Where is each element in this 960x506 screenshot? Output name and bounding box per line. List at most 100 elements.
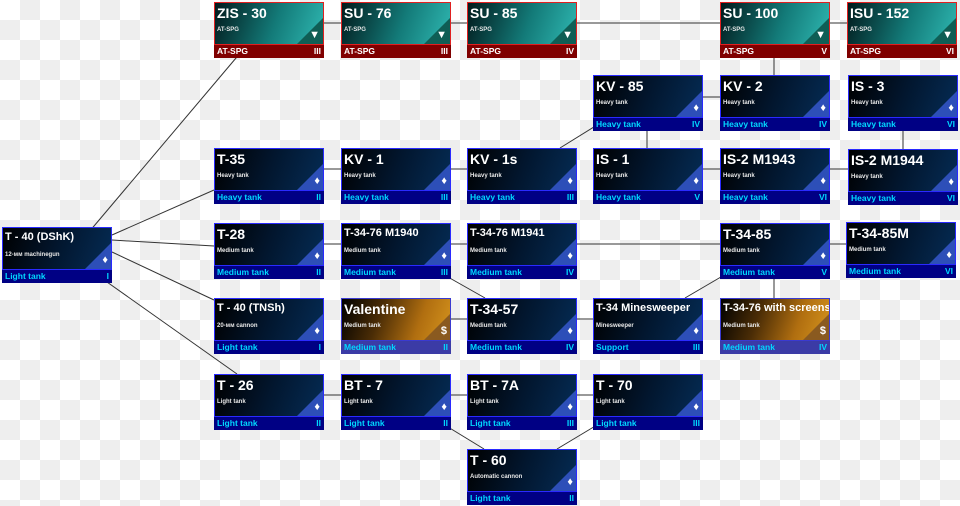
vehicle-tier: II (316, 267, 321, 277)
vehicle-name: KV - 2 (723, 78, 763, 94)
connector-line (111, 239, 215, 247)
vehicle-card[interactable]: T - 26 Light tank ♦ Light tank II (214, 374, 324, 431)
card-footer: Medium tank VI (846, 265, 956, 278)
vehicle-card[interactable]: BT - 7 Light tank ♦ Light tank II (341, 374, 451, 431)
at-spg-icon: ▼ (815, 29, 826, 41)
vehicle-name: Valentine (344, 301, 406, 317)
vehicle-tier: III (440, 46, 448, 56)
vehicle-name: IS - 3 (851, 78, 885, 94)
vehicle-card[interactable]: T-28 Medium tank ♦ Medium tank II (214, 223, 324, 280)
vehicle-card[interactable]: SU - 85 AT-SPG ▼ AT-SPG IV (467, 2, 577, 59)
vehicle-card[interactable]: IS - 3 Heavy tank ♦ Heavy tank VI (848, 75, 958, 132)
vehicle-name: T - 40 (DShK) (5, 231, 75, 243)
card-footer: Light tank I (214, 341, 324, 354)
vehicle-tier: III (440, 192, 448, 202)
vehicle-subtitle: AT-SPG (470, 27, 492, 33)
card-footer: Heavy tank VI (848, 118, 958, 131)
vehicle-card[interactable]: T-34-57 Medium tank ♦ Medium tank IV (467, 298, 577, 355)
vehicle-card[interactable]: SU - 76 AT-SPG ▼ AT-SPG III (341, 2, 451, 59)
vehicle-subtitle: Medium tank (723, 323, 760, 329)
vehicle-card[interactable]: SU - 100 AT-SPG ▼ AT-SPG V (720, 2, 830, 59)
vehicle-card[interactable]: ZIS - 30 AT-SPG ▼ AT-SPG III (214, 2, 324, 59)
vehicle-card[interactable]: T-34-85M Medium tank ♦ Medium tank VI (846, 222, 956, 279)
vehicle-name: T - 60 (470, 452, 507, 468)
vehicle-type: Light tank (344, 418, 385, 428)
card-body: IS - 3 Heavy tank ♦ (848, 75, 958, 118)
vehicle-name: T - 26 (217, 377, 254, 393)
card-footer: Heavy tank IV (593, 118, 703, 131)
vehicle-card[interactable]: IS-2 M1943 Heavy tank ♦ Heavy tank VI (720, 148, 830, 205)
vehicle-name: T - 70 (596, 377, 633, 393)
card-body: T - 26 Light tank ♦ (214, 374, 324, 417)
vehicle-card[interactable]: IS - 1 Heavy tank ♦ Heavy tank V (593, 148, 703, 205)
card-footer: Light tank III (467, 417, 577, 430)
at-spg-icon: ▼ (942, 29, 953, 41)
vehicle-card[interactable]: T-34 Minesweeper Minesweeper ♦ Support I… (593, 298, 703, 355)
vehicle-subtitle: Medium tank (723, 248, 760, 254)
diamond-icon: ♦ (948, 176, 954, 188)
vehicle-subtitle: 12-мм machinegun (5, 252, 60, 258)
vehicle-name: ISU - 152 (850, 5, 910, 21)
card-footer: Medium tank IV (467, 341, 577, 354)
card-body: IS-2 M1943 Heavy tank ♦ (720, 148, 830, 191)
vehicle-tier: III (566, 418, 574, 428)
vehicle-type: Light tank (217, 342, 258, 352)
card-body: T-34-76 M1940 Medium tank ♦ (341, 223, 451, 266)
vehicle-name: T-28 (217, 226, 246, 242)
diamond-icon: ♦ (314, 401, 320, 413)
vehicle-tier: IV (818, 342, 827, 352)
diamond-icon: ♦ (820, 250, 826, 262)
card-footer: Medium tank V (720, 266, 830, 279)
vehicle-card[interactable]: T - 40 (TNSh) 20-мм cannon ♦ Light tank … (214, 298, 324, 355)
vehicle-subtitle: Heavy tank (470, 173, 502, 179)
vehicle-tier: IV (565, 267, 574, 277)
vehicle-card[interactable]: KV - 1 Heavy tank ♦ Heavy tank III (341, 148, 451, 205)
diamond-icon: ♦ (820, 175, 826, 187)
vehicle-card[interactable]: T - 40 (DShK) 12-мм machinegun ♦ Light t… (2, 227, 112, 284)
vehicle-card[interactable]: KV - 85 Heavy tank ♦ Heavy tank IV (593, 75, 703, 132)
vehicle-subtitle: AT-SPG (723, 27, 745, 33)
card-footer: AT-SPG III (341, 45, 451, 58)
diamond-icon: ♦ (567, 476, 573, 488)
vehicle-card[interactable]: IS-2 M1944 Heavy tank ♦ Heavy tank VI (848, 149, 958, 206)
vehicle-type: Heavy tank (723, 119, 768, 129)
vehicle-tier: I (318, 342, 321, 352)
vehicle-subtitle: Medium tank (344, 248, 381, 254)
vehicle-tier: III (566, 192, 574, 202)
vehicle-name: ZIS - 30 (217, 5, 267, 21)
vehicle-name: T - 40 (TNSh) (217, 302, 285, 314)
vehicle-name: BT - 7A (470, 377, 519, 393)
diamond-icon: ♦ (441, 401, 447, 413)
vehicle-card[interactable]: T-35 Heavy tank ♦ Heavy tank II (214, 148, 324, 205)
card-body: T - 70 Light tank ♦ (593, 374, 703, 417)
vehicle-card[interactable]: KV - 2 Heavy tank ♦ Heavy tank IV (720, 75, 830, 132)
vehicle-type: Heavy tank (470, 192, 515, 202)
vehicle-card[interactable]: T - 70 Light tank ♦ Light tank III (593, 374, 703, 431)
vehicle-card[interactable]: T-34-76 M1941 Medium tank ♦ Medium tank … (467, 223, 577, 280)
diamond-icon: ♦ (567, 175, 573, 187)
vehicle-name: SU - 100 (723, 5, 779, 21)
card-footer: Medium tank IV (467, 266, 577, 279)
vehicle-card[interactable]: Valentine Medium tank $ Medium tank II (341, 298, 451, 355)
vehicle-tier: VI (945, 46, 954, 56)
card-footer: Heavy tank III (467, 191, 577, 204)
vehicle-name: T-34-76 with screens (723, 302, 830, 314)
vehicle-card[interactable]: T - 60 Automatic cannon ♦ Light tank II (467, 449, 577, 506)
vehicle-card[interactable]: T-34-76 with screens Medium tank $ Mediu… (720, 298, 830, 355)
card-footer: Heavy tank VI (720, 191, 830, 204)
vehicle-card[interactable]: T-34-85 Medium tank ♦ Medium tank V (720, 223, 830, 280)
card-body: ISU - 152 AT-SPG ▼ (847, 2, 957, 45)
vehicle-type: Medium tank (849, 266, 901, 276)
vehicle-name: SU - 76 (344, 5, 392, 21)
vehicle-subtitle: Heavy tank (723, 100, 755, 106)
vehicle-card[interactable]: T-34-76 M1940 Medium tank ♦ Medium tank … (341, 223, 451, 280)
card-body: KV - 2 Heavy tank ♦ (720, 75, 830, 118)
vehicle-name: T-34-85M (849, 225, 909, 241)
vehicle-subtitle: Medium tank (470, 248, 507, 254)
vehicle-card[interactable]: ISU - 152 AT-SPG ▼ AT-SPG VI (847, 2, 957, 59)
vehicle-type: Heavy tank (217, 192, 262, 202)
vehicle-card[interactable]: BT - 7A Light tank ♦ Light tank III (467, 374, 577, 431)
vehicle-card[interactable]: KV - 1s Heavy tank ♦ Heavy tank III (467, 148, 577, 205)
card-footer: Heavy tank IV (720, 118, 830, 131)
vehicle-tier: I (106, 271, 109, 281)
